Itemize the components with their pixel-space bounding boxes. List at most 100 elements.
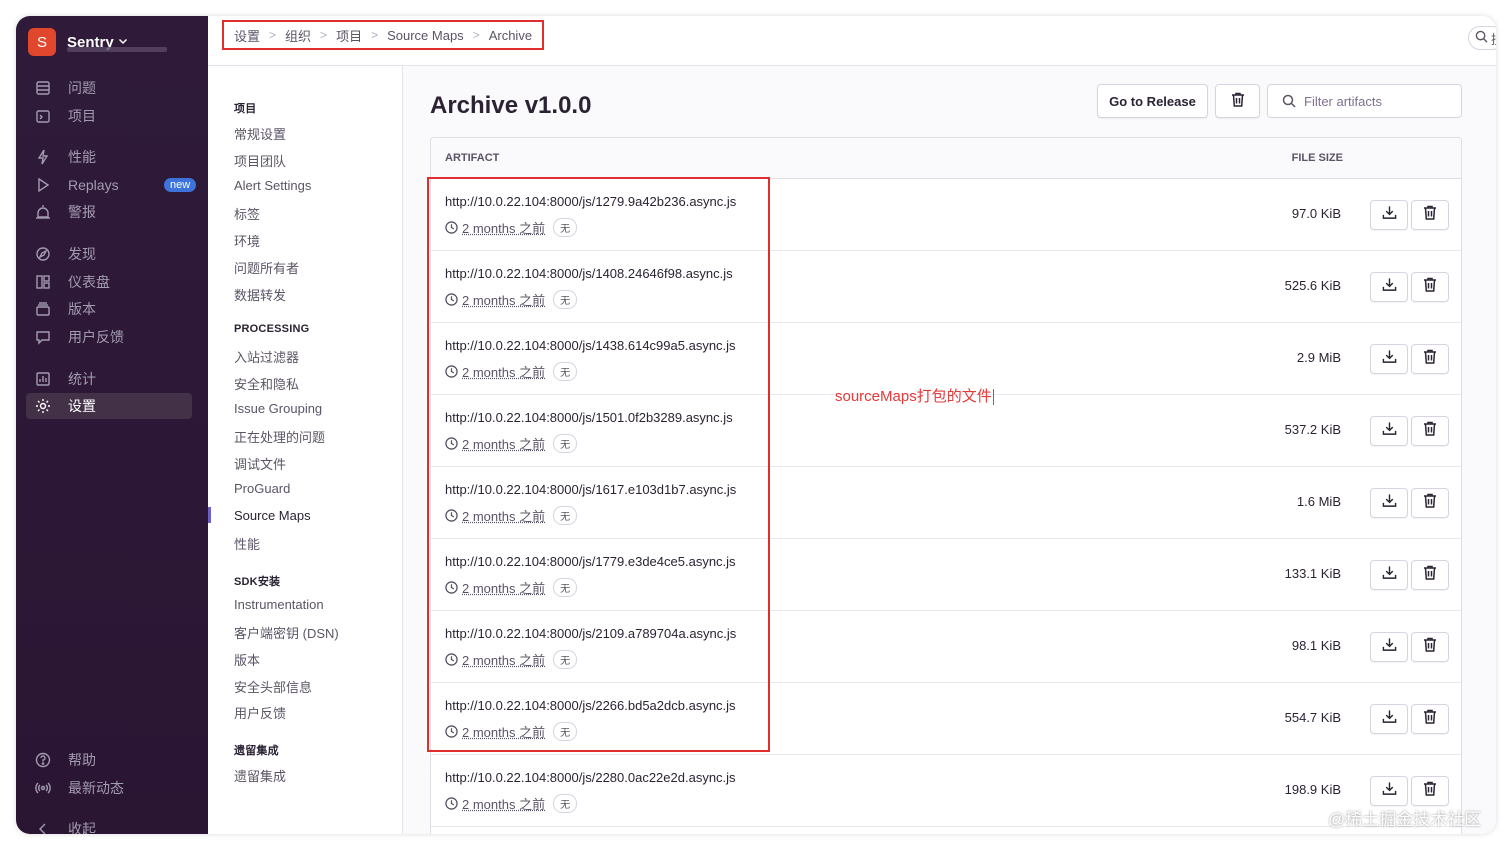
settings-link-proguard[interactable]: ProGuard bbox=[234, 481, 290, 496]
filter-artifacts-input[interactable]: Filter artifacts bbox=[1267, 84, 1462, 118]
table-row: http://10.0.22.104:8000/js/1408.24646f98… bbox=[431, 251, 1461, 323]
delete-artifact-button[interactable] bbox=[1411, 272, 1449, 302]
settings-link-security-headers[interactable]: 安全头部信息 bbox=[234, 677, 312, 696]
download-button[interactable] bbox=[1370, 560, 1408, 590]
settings-link-issue-grouping[interactable]: Issue Grouping bbox=[234, 401, 322, 416]
sidebar-item-replays[interactable]: Replays new bbox=[26, 172, 197, 198]
settings-link-user-feedback[interactable]: 用户反馈 bbox=[234, 703, 286, 722]
breadcrumb-item-source-maps[interactable]: Source Maps bbox=[387, 28, 464, 43]
artifact-timestamp[interactable]: 2 months 之前 bbox=[462, 578, 545, 597]
artifact-timestamp[interactable]: 2 months 之前 bbox=[462, 794, 545, 813]
delete-artifact-button[interactable] bbox=[1411, 416, 1449, 446]
artifact-timestamp[interactable]: 2 months 之前 bbox=[462, 362, 545, 381]
breadcrumb-item-project[interactable]: 项目 bbox=[336, 26, 362, 45]
settings-link-project-teams[interactable]: 项目团队 bbox=[234, 151, 286, 170]
artifact-timestamp[interactable]: 2 months 之前 bbox=[462, 506, 545, 525]
sidebar-item-settings[interactable]: 设置 bbox=[26, 393, 192, 419]
sidebar-item-performance[interactable]: 性能 bbox=[26, 144, 192, 170]
org-subtitle-placeholder bbox=[67, 47, 167, 52]
delete-artifact-button[interactable] bbox=[1411, 704, 1449, 734]
settings-icon bbox=[34, 397, 52, 415]
settings-link-performance[interactable]: 性能 bbox=[234, 534, 260, 553]
settings-link-legacy-integrations[interactable]: 遗留集成 bbox=[234, 766, 286, 785]
go-to-release-button[interactable]: Go to Release bbox=[1097, 84, 1208, 118]
sidebar-item-help[interactable]: 帮助 bbox=[26, 747, 192, 773]
sidebar-item-discover[interactable]: 发现 bbox=[26, 241, 192, 267]
annotation-text: sourceMaps打包的文件 bbox=[835, 385, 994, 406]
page-title: Archive v1.0.0 bbox=[430, 92, 592, 119]
settings-link-releases[interactable]: 版本 bbox=[234, 650, 260, 669]
settings-section-title: 遗留集成 bbox=[234, 745, 279, 757]
artifact-meta: 2 months 之前无 bbox=[445, 650, 578, 669]
breadcrumb-item-archive: Archive bbox=[488, 27, 533, 43]
download-button[interactable] bbox=[1370, 200, 1408, 230]
artifact-timestamp[interactable]: 2 months 之前 bbox=[462, 290, 545, 309]
artifact-meta: 2 months 之前无 bbox=[445, 578, 578, 597]
artifact-meta: 2 months 之前无 bbox=[445, 794, 578, 813]
sidebar-item-alerts[interactable]: 警报 bbox=[26, 199, 192, 225]
artifact-meta: 2 months 之前无 bbox=[445, 506, 578, 525]
settings-link-environments[interactable]: 环境 bbox=[234, 231, 260, 250]
sidebar-item-label: 仪表盘 bbox=[68, 274, 110, 290]
download-button[interactable] bbox=[1370, 776, 1408, 806]
sidebar-item-collapse[interactable]: 收起 bbox=[26, 816, 192, 834]
settings-link-source-maps[interactable]: Source Maps bbox=[234, 508, 311, 523]
settings-link-client-keys[interactable]: 客户端密钥 (DSN) bbox=[234, 623, 339, 642]
column-file-size: FILE SIZE bbox=[1291, 152, 1343, 164]
settings-link-general[interactable]: 常规设置 bbox=[234, 124, 286, 143]
delete-artifact-button[interactable] bbox=[1411, 776, 1449, 806]
delete-artifact-button[interactable] bbox=[1411, 200, 1449, 230]
artifact-timestamp[interactable]: 2 months 之前 bbox=[462, 650, 545, 669]
search-placeholder: 搜 bbox=[1491, 29, 1496, 48]
download-button[interactable] bbox=[1370, 488, 1408, 518]
app-window: S Sentry 问题 项目 性能 Replays new 警报 发现 仪表盘 … bbox=[16, 16, 1496, 834]
settings-link-security-privacy[interactable]: 安全和隐私 bbox=[234, 374, 299, 393]
trash-icon bbox=[1423, 205, 1437, 225]
settings-link-inbound-filters[interactable]: 入站过滤器 bbox=[234, 347, 299, 366]
clock-icon bbox=[445, 653, 458, 666]
table-row: http://10.0.22.104:8000/js/2109.a789704a… bbox=[431, 611, 1461, 683]
sidebar-item-dashboards[interactable]: 仪表盘 bbox=[26, 269, 192, 295]
settings-link-ownership[interactable]: 问题所有者 bbox=[234, 258, 299, 277]
artifact-name: http://10.0.22.104:8000/js/2280.0ac22e2d… bbox=[445, 770, 736, 785]
settings-link-instrumentation[interactable]: Instrumentation bbox=[234, 597, 324, 612]
sidebar-item-user-feedback[interactable]: 用户反馈 bbox=[26, 324, 192, 350]
file-size: 133.1 KiB bbox=[1284, 566, 1341, 581]
settings-link-processing-issues[interactable]: 正在处理的问题 bbox=[234, 427, 325, 446]
delete-archive-button[interactable] bbox=[1215, 84, 1260, 118]
artifact-timestamp[interactable]: 2 months 之前 bbox=[462, 434, 545, 453]
top-bar: 设置 > 组织 > 项目 > Source Maps > Archive 搜 bbox=[208, 16, 1496, 66]
download-button[interactable] bbox=[1370, 704, 1408, 734]
delete-artifact-button[interactable] bbox=[1411, 344, 1449, 374]
sidebar-item-label: 帮助 bbox=[68, 752, 96, 768]
sidebar-item-broadcasts[interactable]: 最新动态 bbox=[26, 775, 192, 801]
artifact-timestamp[interactable]: 2 months 之前 bbox=[462, 722, 545, 741]
settings-link-tags[interactable]: 标签 bbox=[234, 204, 260, 223]
artifact-timestamp[interactable]: 2 months 之前 bbox=[462, 218, 545, 237]
broadcast-icon bbox=[34, 779, 52, 797]
settings-link-alert-settings[interactable]: Alert Settings bbox=[234, 178, 311, 193]
download-button[interactable] bbox=[1370, 416, 1408, 446]
sidebar-item-issues[interactable]: 问题 bbox=[26, 75, 192, 101]
settings-search[interactable]: 搜 bbox=[1468, 26, 1496, 50]
delete-artifact-button[interactable] bbox=[1411, 488, 1449, 518]
sidebar-item-projects[interactable]: 项目 bbox=[26, 103, 192, 129]
breadcrumb-item-org[interactable]: 组织 bbox=[285, 26, 311, 45]
settings-nav: 项目 常规设置 项目团队 Alert Settings 标签 环境 问题所有者 … bbox=[208, 66, 403, 834]
delete-artifact-button[interactable] bbox=[1411, 632, 1449, 662]
sidebar-item-releases[interactable]: 版本 bbox=[26, 296, 192, 322]
download-button[interactable] bbox=[1370, 632, 1408, 662]
dashboards-icon bbox=[34, 273, 52, 291]
trash-icon bbox=[1423, 493, 1437, 513]
settings-link-data-forwarding[interactable]: 数据转发 bbox=[234, 285, 286, 304]
settings-link-debug-files[interactable]: 调试文件 bbox=[234, 454, 286, 473]
download-button[interactable] bbox=[1370, 272, 1408, 302]
sidebar-item-stats[interactable]: 统计 bbox=[26, 366, 192, 392]
sidebar: S Sentry 问题 项目 性能 Replays new 警报 发现 仪表盘 … bbox=[16, 16, 208, 834]
breadcrumb-item-settings[interactable]: 设置 bbox=[234, 26, 260, 45]
dist-tag: 无 bbox=[553, 362, 578, 381]
download-button[interactable] bbox=[1370, 344, 1408, 374]
dist-tag: 无 bbox=[553, 290, 578, 309]
settings-section-title: SDK安装 bbox=[234, 576, 281, 588]
delete-artifact-button[interactable] bbox=[1411, 560, 1449, 590]
